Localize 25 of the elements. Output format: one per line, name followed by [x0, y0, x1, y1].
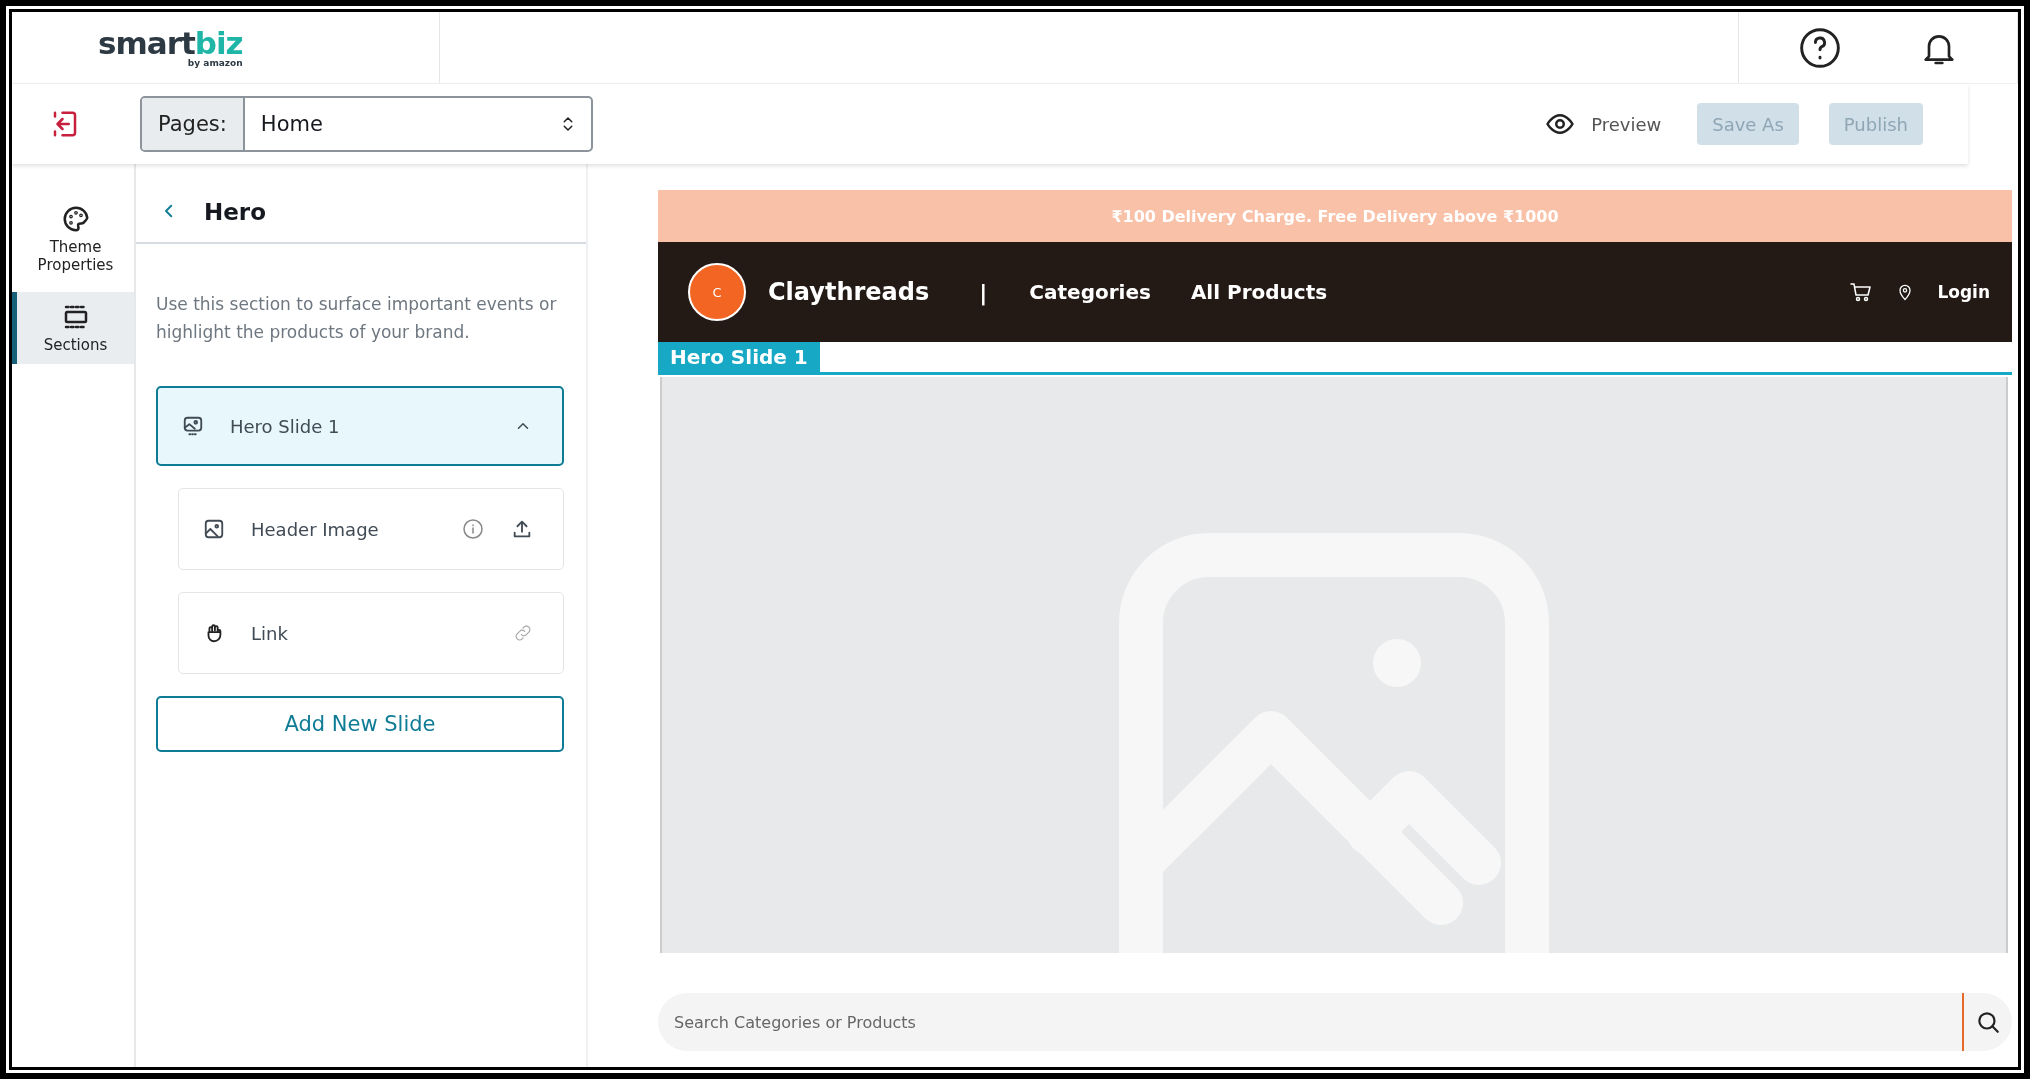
- page-value: Home: [260, 112, 323, 136]
- field-label: Header Image: [251, 518, 379, 540]
- slide-icon: [182, 415, 204, 437]
- field-label: Link: [251, 622, 288, 644]
- banner-text: ₹100 Delivery Charge. Free Delivery above ₹1000: [1111, 206, 1559, 226]
- hero-slide-tag: Hero Slide 1: [658, 342, 820, 372]
- nav-link[interactable]: All Products: [1190, 280, 1328, 304]
- store-name: Claythreads: [768, 278, 930, 306]
- login-link[interactable]: Login: [1937, 282, 1990, 302]
- pages-label: Pages:: [142, 98, 245, 150]
- panel-title: Hero: [204, 199, 266, 225]
- section-description: Use this section to surface important events or highlight the products of your brand.: [156, 293, 558, 344]
- search-field[interactable]: Search Categories or Products: [658, 993, 1962, 1051]
- preview-button[interactable]: Preview: [1539, 108, 1668, 140]
- smartbiz-logo: smartbiz by amazon: [98, 27, 243, 68]
- nav-link[interactable]: Categories: [1029, 280, 1151, 304]
- add-slide-button[interactable]: Add New Slide: [156, 696, 564, 752]
- rail-tab[interactable]: Theme Properties: [12, 194, 134, 284]
- store-avatar: C: [688, 263, 746, 321]
- nav-separator: |: [979, 279, 988, 305]
- slide-accordion[interactable]: Hero Slide 1: [156, 386, 564, 466]
- rail-tab[interactable]: Sections: [12, 292, 134, 364]
- search-icon[interactable]: [1962, 993, 2012, 1051]
- image-icon: [203, 518, 225, 540]
- pages-select[interactable]: Pages: Home: [140, 96, 593, 152]
